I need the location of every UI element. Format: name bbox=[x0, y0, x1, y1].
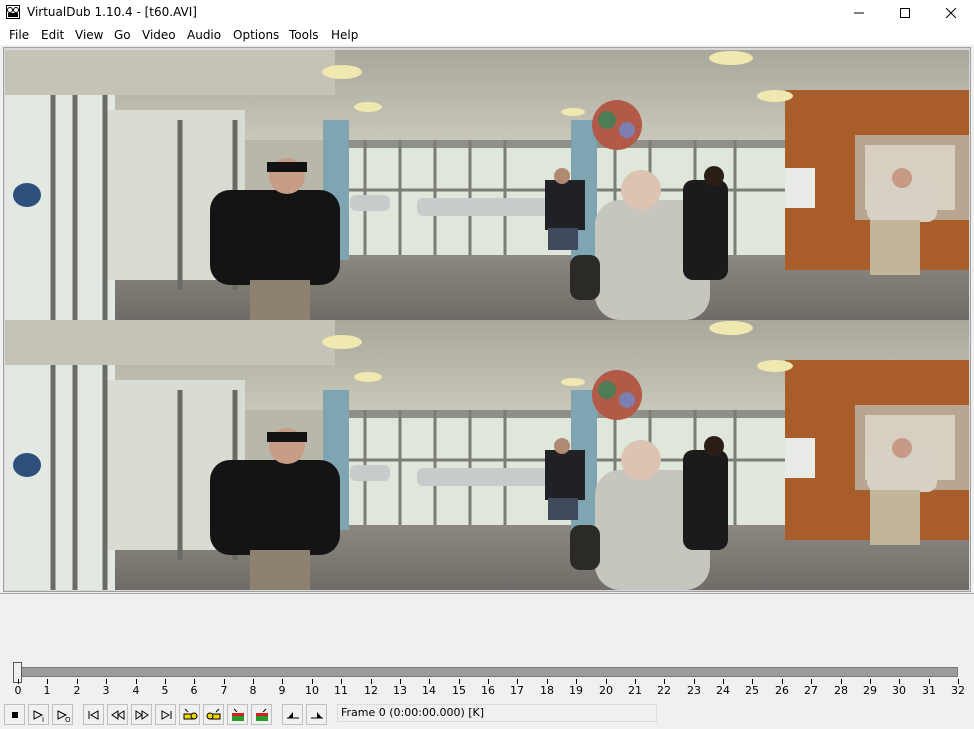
menu-audio[interactable]: Audio bbox=[187, 28, 221, 42]
timeline-tick-label: 7 bbox=[220, 684, 228, 697]
play-output-icon: O bbox=[57, 710, 71, 723]
svg-text:O: O bbox=[65, 716, 71, 723]
menu-video[interactable]: Video bbox=[142, 28, 176, 42]
minimize-icon bbox=[854, 12, 864, 13]
go-start-icon bbox=[88, 710, 99, 720]
timeline-tick-label: 0 bbox=[14, 684, 22, 697]
step-back-icon bbox=[111, 710, 125, 720]
step-forward-button[interactable] bbox=[131, 704, 152, 725]
menu-options[interactable]: Options bbox=[233, 28, 279, 42]
timeline-tick-label: 17 bbox=[510, 684, 524, 697]
timeline-tick-label: 23 bbox=[687, 684, 701, 697]
close-icon bbox=[946, 7, 956, 18]
input-video-frame bbox=[5, 50, 969, 320]
timeline-tick-label: 25 bbox=[745, 684, 759, 697]
timeline-tick-label: 21 bbox=[628, 684, 642, 697]
minimize-button[interactable] bbox=[836, 0, 882, 25]
timeline-tick-label: 6 bbox=[190, 684, 198, 697]
timeline-tick-label: 12 bbox=[364, 684, 378, 697]
svg-text:I: I bbox=[42, 716, 44, 723]
play-input-icon: I bbox=[33, 710, 44, 723]
title-bar: VirtualDub 1.10.4 - [t60.AVI] bbox=[0, 0, 974, 25]
pane-divider bbox=[0, 593, 974, 594]
timeline-tick-label: 8 bbox=[249, 684, 257, 697]
play-input-button[interactable]: I bbox=[28, 704, 49, 725]
prev-key-icon bbox=[183, 708, 198, 720]
go-end-button[interactable] bbox=[155, 704, 176, 725]
output-video-frame bbox=[5, 320, 969, 590]
mark-in-button[interactable] bbox=[282, 704, 303, 725]
timeline-tick-label: 14 bbox=[422, 684, 436, 697]
menu-tools[interactable]: Tools bbox=[289, 28, 319, 42]
timeline-tick-label: 24 bbox=[716, 684, 730, 697]
timeline-tick-label: 16 bbox=[481, 684, 495, 697]
prev-keyframe-button[interactable] bbox=[179, 704, 200, 725]
timeline-tick-label: 9 bbox=[278, 684, 286, 697]
app-icon bbox=[6, 5, 20, 19]
timeline-tick-label: 30 bbox=[892, 684, 906, 697]
timeline-tick-label: 10 bbox=[305, 684, 319, 697]
maximize-button[interactable] bbox=[882, 0, 928, 25]
step-forward-icon bbox=[135, 710, 149, 720]
timeline-tick-label: 26 bbox=[775, 684, 789, 697]
timeline-tick-label: 32 bbox=[951, 684, 965, 697]
timeline-tick-label: 1 bbox=[43, 684, 51, 697]
mark-out-icon bbox=[311, 712, 323, 719]
timeline-tick-label: 22 bbox=[657, 684, 671, 697]
next-key-icon bbox=[206, 708, 221, 720]
menu-bar: File Edit View Go Video Audio Options To… bbox=[0, 25, 974, 45]
timeline-tick-label: 31 bbox=[922, 684, 936, 697]
menu-go[interactable]: Go bbox=[114, 28, 131, 42]
mark-in-icon bbox=[287, 712, 299, 719]
window-title: VirtualDub 1.10.4 - [t60.AVI] bbox=[27, 5, 197, 19]
timeline-tick-label: 20 bbox=[599, 684, 613, 697]
timeline-tick-label: 18 bbox=[540, 684, 554, 697]
timeline-tick-label: 2 bbox=[73, 684, 81, 697]
timeline-tick-label: 4 bbox=[132, 684, 140, 697]
timeline-tick-label: 15 bbox=[452, 684, 466, 697]
timeline-tick-label: 13 bbox=[393, 684, 407, 697]
scene-back-icon bbox=[232, 708, 244, 721]
timeline-tick-label: 3 bbox=[102, 684, 110, 697]
frame-status: Frame 0 (0:00:00.000) [K] bbox=[337, 704, 657, 722]
scene-forward-icon bbox=[256, 708, 268, 721]
timeline-tick-label: 29 bbox=[863, 684, 877, 697]
stop-icon bbox=[12, 712, 18, 718]
timeline-tick-label: 11 bbox=[334, 684, 348, 697]
maximize-icon bbox=[900, 7, 910, 18]
next-keyframe-button[interactable] bbox=[203, 704, 224, 725]
scene-back-button[interactable] bbox=[227, 704, 248, 725]
menu-help[interactable]: Help bbox=[331, 28, 358, 42]
timeline-tick-label: 27 bbox=[804, 684, 818, 697]
output-video-pane[interactable] bbox=[5, 320, 969, 590]
menu-view[interactable]: View bbox=[75, 28, 103, 42]
stop-button[interactable] bbox=[4, 704, 25, 725]
menu-file[interactable]: File bbox=[9, 28, 29, 42]
menu-edit[interactable]: Edit bbox=[41, 28, 64, 42]
input-video-pane[interactable] bbox=[5, 50, 969, 320]
timeline-track[interactable] bbox=[16, 667, 958, 677]
timeline-tick-label: 19 bbox=[569, 684, 583, 697]
go-start-button[interactable] bbox=[83, 704, 104, 725]
close-button[interactable] bbox=[928, 0, 974, 25]
timeline-tick-label: 28 bbox=[834, 684, 848, 697]
step-back-button[interactable] bbox=[107, 704, 128, 725]
mark-out-button[interactable] bbox=[306, 704, 327, 725]
scene-forward-button[interactable] bbox=[251, 704, 272, 725]
go-end-icon bbox=[161, 710, 172, 720]
timeline-tick-label: 5 bbox=[161, 684, 169, 697]
play-output-button[interactable]: O bbox=[52, 704, 73, 725]
